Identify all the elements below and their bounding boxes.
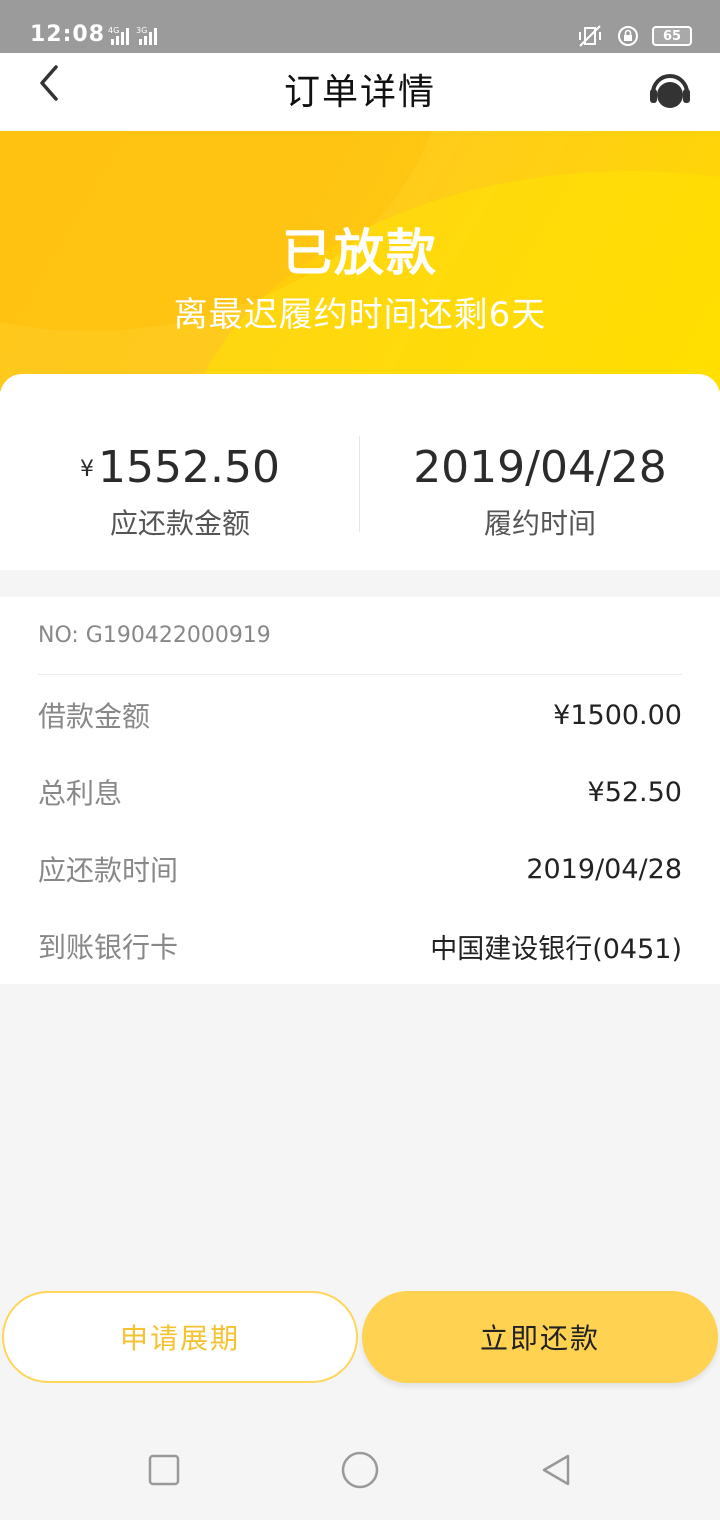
- repay-now-button[interactable]: 立即还款: [362, 1291, 718, 1383]
- detail-value: 中国建设银行(0451): [430, 933, 682, 965]
- detail-key: 总利息: [38, 777, 123, 810]
- back-triangle-icon[interactable]: [536, 1450, 576, 1490]
- customer-service-headset-icon[interactable]: [648, 67, 692, 111]
- svg-text:4G: 4G: [108, 26, 119, 35]
- amount-due-number: 1552.50: [98, 442, 280, 493]
- amount-due-column: ¥1552.50 应还款金额: [0, 374, 360, 570]
- status-banner: 已放款 离最迟履约时间还剩6天: [0, 131, 720, 391]
- repayment-summary-card: ¥1552.50 应还款金额 2019/04/28 履约时间: [0, 374, 720, 570]
- page-title: 订单详情: [283, 72, 436, 113]
- detail-row-bank-card: 到账银行卡 中国建设银行(0451): [38, 926, 682, 966]
- signal-3g-icon: 3G: [136, 26, 157, 45]
- detail-value: ¥52.50: [587, 776, 682, 808]
- due-date-column: 2019/04/28 履约时间: [360, 374, 720, 570]
- vibrate-mute-icon: [579, 25, 601, 47]
- order-number: NO: G190422000919: [38, 623, 271, 648]
- detail-value: ¥1500.00: [553, 699, 682, 731]
- rotation-lock-icon: [618, 26, 638, 46]
- system-navigation-bar: [0, 1420, 720, 1520]
- detail-key: 到账银行卡: [38, 931, 179, 964]
- amount-due-label: 应还款金额: [109, 507, 250, 540]
- amount-due-value: ¥1552.50: [0, 442, 360, 493]
- detail-row-loan-amount: 借款金额 ¥1500.00: [38, 695, 682, 735]
- navigation-bar: 订单详情: [0, 53, 720, 131]
- detail-row-repayment-date: 应还款时间 2019/04/28: [38, 849, 682, 889]
- due-date-value: 2019/04/28: [413, 442, 667, 493]
- apply-extension-button[interactable]: 申请展期: [2, 1291, 358, 1383]
- loan-status-title: 已放款: [282, 224, 438, 282]
- detail-value: 2019/04/28: [526, 853, 682, 885]
- battery-indicator: 65: [652, 26, 692, 46]
- detail-key: 借款金额: [38, 700, 151, 733]
- deadline-countdown-text: 离最迟履约时间还剩6天: [173, 295, 547, 335]
- detail-row-total-interest: 总利息 ¥52.50: [38, 772, 682, 812]
- recent-apps-square-icon[interactable]: [144, 1450, 184, 1490]
- currency-symbol: ¥: [80, 457, 95, 482]
- status-bar: 12:08 4G 3G 65: [0, 0, 720, 53]
- status-right-group: 65: [576, 24, 692, 48]
- signal-4g-icon: 4G: [108, 26, 129, 45]
- status-time: 12:08: [30, 22, 106, 47]
- svg-text:3G: 3G: [136, 26, 147, 35]
- due-date-label: 履约时间: [483, 507, 596, 540]
- order-details-section: NO: G190422000919 借款金额 ¥1500.00 总利息 ¥52.…: [0, 597, 720, 984]
- details-divider: [38, 674, 682, 675]
- detail-key: 应还款时间: [38, 854, 179, 887]
- home-circle-icon[interactable]: [338, 1448, 382, 1492]
